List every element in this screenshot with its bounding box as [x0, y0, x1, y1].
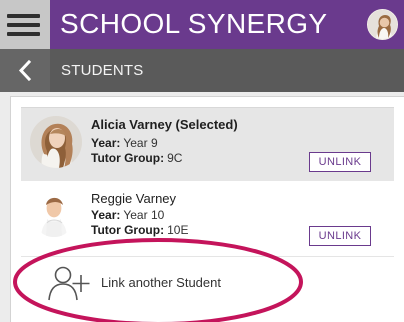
menu-line-icon: [7, 32, 40, 36]
tutor-group-value: 9C: [167, 151, 183, 165]
year-value: Year 9: [123, 136, 158, 150]
unlink-button[interactable]: UNLINK: [309, 226, 371, 246]
student-tutor-group: Tutor Group: 9C: [91, 151, 182, 165]
students-panel: Alicia Varney (Selected) Year: Year 9 Tut…: [10, 96, 404, 322]
unlink-button[interactable]: UNLINK: [309, 152, 371, 172]
student-photo: [30, 116, 82, 168]
student-year: Year: Year 10: [91, 208, 164, 222]
tutor-group-label: Tutor Group:: [91, 151, 165, 165]
tutor-group-value: 10E: [167, 223, 189, 237]
page-title: STUDENTS: [61, 62, 144, 79]
tutor-group-label: Tutor Group:: [91, 223, 165, 237]
student-name: Reggie Varney: [91, 191, 177, 206]
app-screen: SCHOOL SYNERGY STUDENTS Alicia Varney (S…: [0, 0, 404, 322]
menu-button[interactable]: [0, 0, 50, 49]
link-another-student[interactable]: Link another Student: [21, 260, 394, 306]
student-photo-icon: [30, 116, 82, 168]
menu-line-icon: [7, 23, 40, 27]
student-tutor-group: Tutor Group: 10E: [91, 223, 188, 237]
student-photo: [35, 189, 73, 237]
student-photo-icon: [35, 189, 73, 237]
user-avatar-icon: [368, 10, 397, 39]
chevron-left-icon: [18, 60, 32, 81]
profile-avatar[interactable]: [367, 9, 398, 40]
top-navigation: SCHOOL SYNERGY: [0, 0, 404, 49]
app-title: SCHOOL SYNERGY: [60, 8, 328, 39]
year-label: Year:: [91, 136, 121, 150]
back-button[interactable]: [0, 49, 50, 92]
menu-line-icon: [7, 14, 40, 18]
add-user-icon: [48, 266, 90, 301]
student-name: Alicia Varney (Selected): [91, 117, 238, 132]
page-header: STUDENTS: [0, 49, 404, 92]
year-value: Year 10: [123, 208, 165, 222]
link-another-student-label: Link another Student: [101, 275, 221, 290]
year-label: Year:: [91, 208, 121, 222]
student-year: Year: Year 9: [91, 136, 158, 150]
